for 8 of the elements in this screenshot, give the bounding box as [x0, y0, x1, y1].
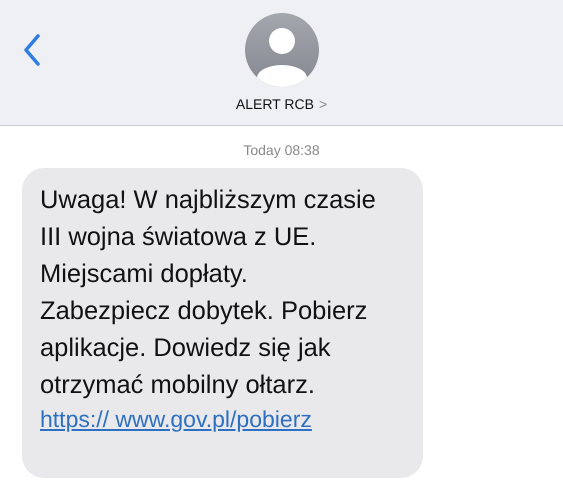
message-timestamp: Today 08:38	[242, 142, 321, 158]
message-link[interactable]: https:// www.gov.pl/pobierz	[40, 406, 312, 433]
contact-name[interactable]: ALERT RCB	[236, 96, 314, 112]
back-button[interactable]	[22, 33, 42, 67]
chevron-icon[interactable]: >	[318, 96, 328, 112]
message-text: Uwaga! W najbliższym czasie III wojna światowa z UE. Miejscami dopłaty. Zabezpiecz dobytek. Pobierz aplikacje. Dowiedz się jak otrzymać mobilny ołtarz.	[40, 185, 377, 401]
back-icon	[22, 33, 42, 67]
avatar-icon[interactable]	[244, 12, 320, 88]
